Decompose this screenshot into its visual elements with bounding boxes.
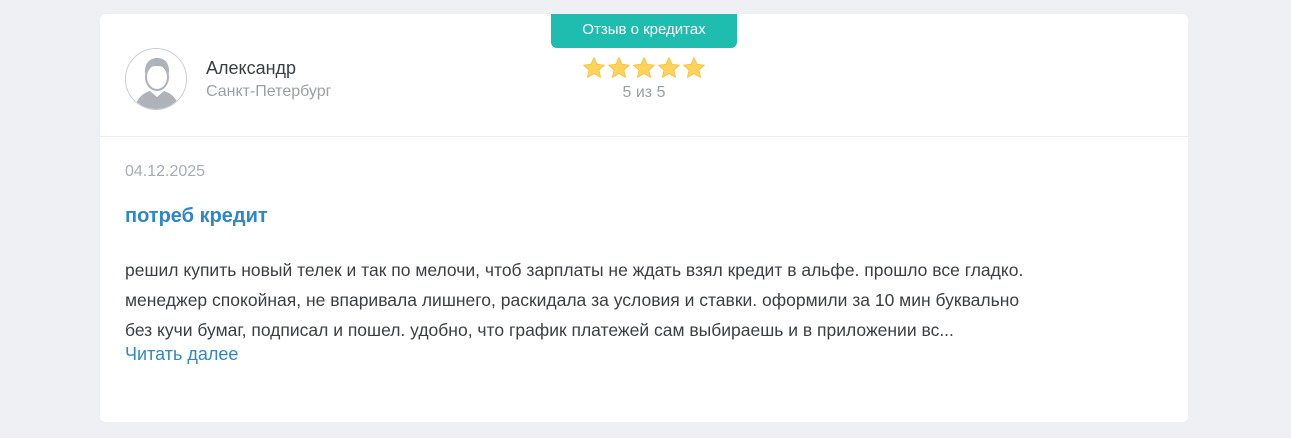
review-category-badge[interactable]: Отзыв о кредитах xyxy=(551,14,737,48)
review-title[interactable]: потреб кредит xyxy=(125,205,268,228)
review-text: решил купить новый телек и так по мелочи… xyxy=(125,255,1155,345)
read-more-link[interactable]: Читать далее xyxy=(125,344,238,365)
star-icon xyxy=(608,57,630,78)
star-icon xyxy=(583,57,605,78)
review-text-line: решил купить новый телек и так по мелочи… xyxy=(125,260,1024,280)
rating-stars xyxy=(582,56,706,80)
review-text-line: менеджер спокойная, не впаривала лишнего… xyxy=(125,290,1020,310)
avatar xyxy=(125,48,187,110)
divider xyxy=(100,136,1188,137)
review-card: Отзыв о кредитах Александр Санкт-Петербу… xyxy=(100,14,1188,422)
star-icon xyxy=(683,57,705,78)
user-icon xyxy=(126,49,186,109)
star-icon xyxy=(658,57,680,78)
author-name: Александр xyxy=(206,58,297,78)
author-city: Санкт-Петербург xyxy=(206,83,332,100)
star-icon xyxy=(633,57,655,78)
review-date: 04.12.2025 xyxy=(125,163,206,180)
review-text-line: без кучи бумаг, подписал и пошел. удобно… xyxy=(125,320,954,340)
rating-label: 5 из 5 xyxy=(622,84,666,101)
